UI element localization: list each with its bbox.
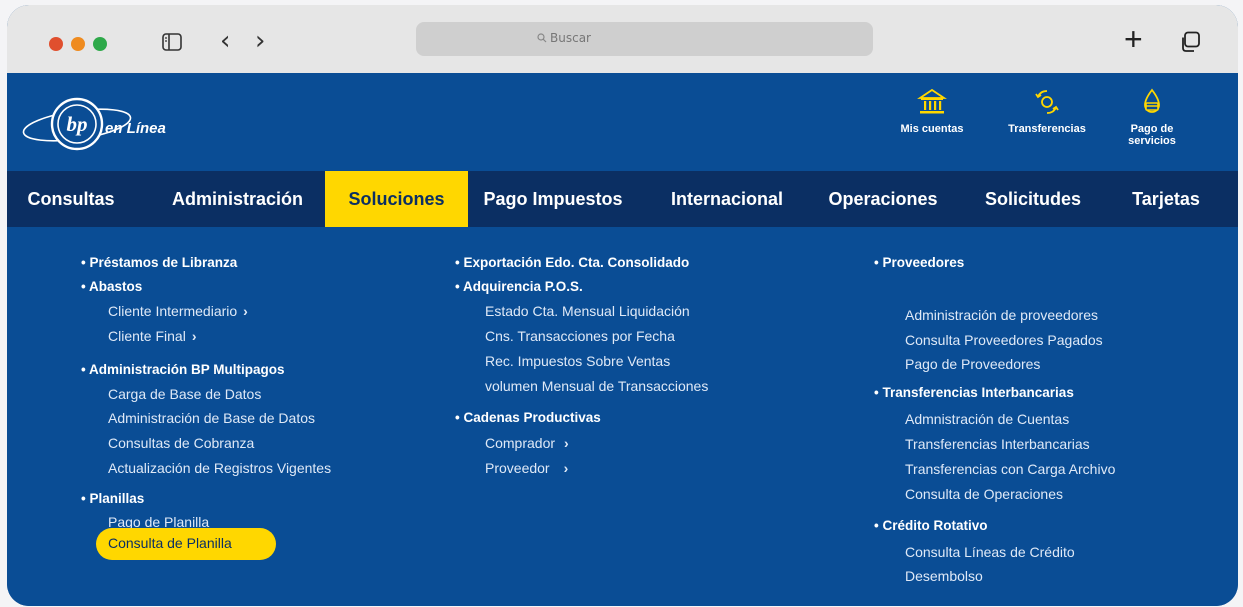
nav-operaciones[interactable]: Operaciones (815, 171, 951, 227)
bank-icon (917, 88, 947, 114)
menu-link-transferencias-carga-archivo[interactable]: Transferencias con Carga Archivo (905, 461, 1115, 477)
search-icon (537, 33, 547, 43)
logo-text: bp (67, 112, 88, 136)
menu-heading-adquirencia[interactable]: • Adquirencia P.O.S. (455, 279, 583, 294)
menu-link-rec-impuestos[interactable]: Rec. Impuestos Sobre Ventas (485, 353, 670, 369)
menu-heading-transferencias[interactable]: • Transferencias Interbancarias (874, 385, 1074, 400)
menu-link-transferencias-interbancarias[interactable]: Transferencias Interbancarias (905, 436, 1090, 452)
menu-heading-abastos[interactable]: • Abastos (81, 279, 142, 294)
menu-link-consulta-planilla[interactable]: Consulta de Planilla (96, 528, 276, 560)
new-tab-plus-icon[interactable]: + (1124, 23, 1143, 55)
nav-pago-impuestos[interactable]: Pago Impuestos (473, 171, 633, 227)
menu-link-estado-cta-mensual[interactable]: Estado Cta. Mensual Liquidación (485, 303, 690, 319)
main-nav: Consultas Administración Soluciones Pago… (7, 171, 1238, 227)
address-search-bar[interactable]: Buscar (416, 22, 873, 56)
chevron-right-icon: › (564, 435, 569, 451)
menu-link-cns-transacciones[interactable]: Cns. Transacciones por Fecha (485, 328, 675, 344)
menu-link-cliente-intermediario[interactable]: Cliente Intermediario › (108, 303, 248, 319)
soluciones-menu: • Préstamos de Libranza • Abastos Client… (7, 227, 1238, 606)
nav-solicitudes[interactable]: Solicitudes (973, 171, 1093, 227)
menu-link-consulta-proveedores[interactable]: Consulta Proveedores Pagados (905, 332, 1103, 348)
menu-link-administracion-base-datos[interactable]: Administración de Base de Datos (108, 410, 315, 426)
menu-heading-prestamos[interactable]: • Préstamos de Libranza (81, 255, 237, 270)
menu-heading-exportacion[interactable]: • Exportación Edo. Cta. Consolidado (455, 255, 689, 270)
menu-link-actualizacion-registros[interactable]: Actualización de Registros Vigentes (108, 460, 331, 476)
search-placeholder: Buscar (550, 31, 591, 45)
menu-heading-credito[interactable]: • Crédito Rotativo (874, 518, 987, 533)
service-payment-icon (1144, 88, 1160, 113)
chevron-right-icon: › (191, 328, 197, 344)
selected-menu-label: Consulta de Planilla (108, 535, 232, 551)
menu-heading-planillas[interactable]: • Planillas (81, 491, 144, 506)
menu-link-cliente-final[interactable]: Cliente Final › (108, 328, 197, 344)
menu-link-desembolso[interactable]: Desembolso (905, 568, 983, 584)
sidebar-toggle-icon[interactable] (162, 33, 182, 51)
quick-link-transferencias[interactable]: Transferencias (1000, 87, 1094, 135)
nav-consultas[interactable]: Consultas (7, 171, 135, 227)
browser-window: ‹ › Buscar + bp en Línea Mis cuentas Tra… (7, 5, 1238, 606)
tab-overview-icon[interactable] (1179, 31, 1201, 53)
quick-link-label: Transferencias (1008, 123, 1086, 135)
menu-link-administracion-cuentas[interactable]: Admnistración de Cuentas (905, 411, 1069, 427)
menu-link-consulta-operaciones[interactable]: Consulta de Operaciones (905, 486, 1063, 502)
transfer-icon (1035, 90, 1059, 114)
menu-link-pago-proveedores[interactable]: Pago de Proveedores (905, 356, 1040, 372)
menu-link-administracion-proveedores[interactable]: Administración de proveedores (905, 307, 1098, 323)
menu-link-comprador[interactable]: Comprador › (485, 435, 569, 451)
browser-toolbar: ‹ › Buscar + (7, 5, 1238, 73)
menu-link-consulta-lineas-credito[interactable]: Consulta Líneas de Crédito (905, 544, 1075, 560)
nav-internacional[interactable]: Internacional (655, 171, 799, 227)
nav-tarjetas[interactable]: Tarjetas (1115, 171, 1217, 227)
back-button[interactable]: ‹ (220, 27, 230, 55)
menu-heading-cadenas[interactable]: • Cadenas Productivas (455, 410, 601, 425)
forward-button[interactable]: › (255, 27, 265, 55)
maximize-window-button[interactable] (93, 37, 107, 51)
menu-heading-proveedores[interactable]: • Proveedores (874, 255, 964, 270)
quick-link-label: Mis cuentas (900, 123, 964, 135)
site-header: bp en Línea Mis cuentas Transferencias P… (7, 73, 1238, 171)
menu-link-proveedor[interactable]: Proveedor › (485, 460, 568, 476)
close-window-button[interactable] (49, 37, 63, 51)
quick-link-label: Pago de servicios (1128, 123, 1176, 147)
logo-tagline: en Línea (105, 120, 166, 137)
quick-link-pago-servicios[interactable]: Pago de servicios (1114, 87, 1190, 147)
bp-logo[interactable]: bp en Línea (19, 84, 189, 164)
menu-link-consultas-cobranza[interactable]: Consultas de Cobranza (108, 435, 254, 451)
chevron-right-icon: › (563, 460, 569, 476)
menu-link-volumen-mensual[interactable]: volumen Mensual de Transacciones (485, 378, 708, 394)
menu-link-carga-base-datos[interactable]: Carga de Base de Datos (108, 386, 261, 402)
quick-link-mis-cuentas[interactable]: Mis cuentas (890, 87, 974, 135)
nav-administracion[interactable]: Administración (150, 171, 325, 227)
menu-heading-multipagos[interactable]: • Administración BP Multipagos (81, 362, 285, 377)
minimize-window-button[interactable] (71, 37, 85, 51)
nav-soluciones[interactable]: Soluciones (325, 171, 468, 227)
chevron-right-icon: › (243, 303, 248, 319)
